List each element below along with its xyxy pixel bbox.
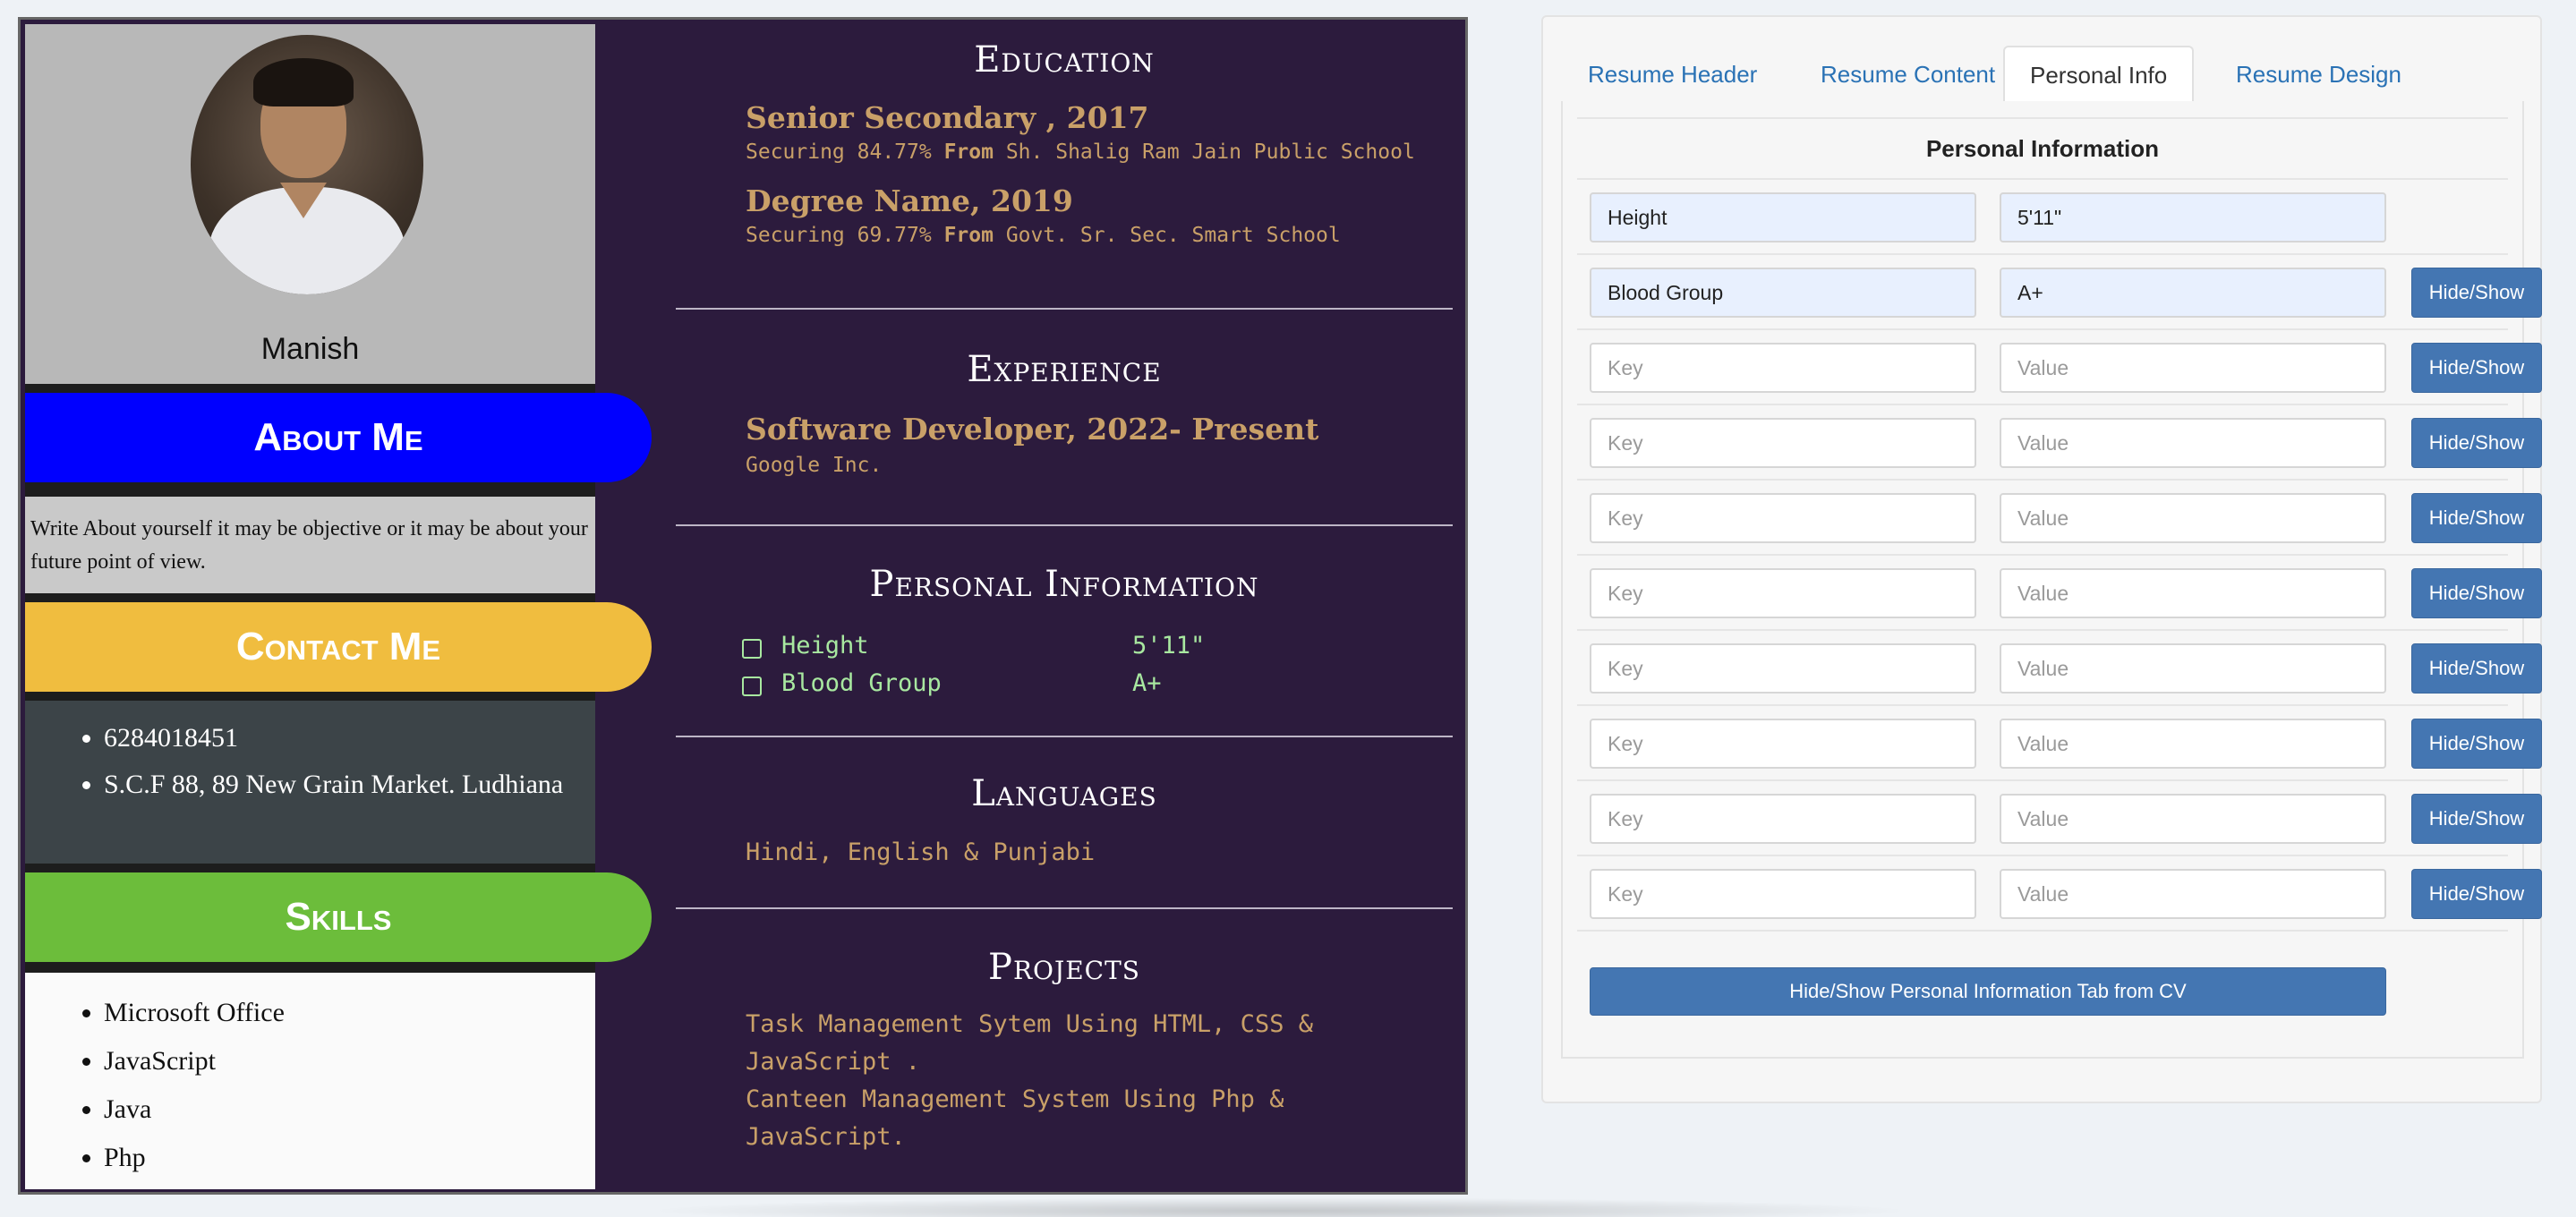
hide-show-button[interactable]: Hide/Show (2411, 794, 2542, 844)
info-row: Hide/Show (1577, 631, 2542, 706)
value-input[interactable] (2000, 869, 2386, 919)
experience-company: Google Inc. (746, 454, 883, 477)
languages-section: Languages Hindi, English & Punjabi (676, 773, 1453, 872)
skills-list: Microsoft Office JavaScript Java Php (25, 973, 595, 1189)
info-row: Hide/Show (1577, 856, 2542, 932)
education-detail: Securing 69.77% From Govt. Sr. Sec. Smar… (746, 224, 1341, 247)
project-item: Task Management Sytem Using HTML, CSS & … (746, 1010, 1313, 1076)
hide-show-button[interactable]: Hide/Show (2411, 643, 2542, 694)
checkbox-icon (742, 677, 762, 696)
projects-heading: Projects (988, 947, 1140, 988)
divider (676, 736, 1453, 737)
info-row: Hide/Show (1577, 781, 2542, 856)
value-input[interactable] (2000, 794, 2386, 844)
editor-tabs: Resume Header Resume Content Personal In… (1543, 30, 2540, 103)
experience-heading: Experience (967, 349, 1162, 390)
hide-show-button[interactable]: Hide/Show (2411, 568, 2542, 618)
education-detail: Securing 84.77% From Sh. Shalig Ram Jain… (746, 140, 1415, 164)
info-row: Hide/Show (1577, 481, 2542, 556)
hide-show-button[interactable]: Hide/Show (2411, 869, 2542, 919)
about-me-text: Write About yourself it may be objective… (25, 497, 595, 593)
languages-text: Hindi, English & Punjabi (746, 838, 1096, 866)
key-input[interactable] (1590, 568, 1976, 618)
photo-section: Manish (25, 24, 595, 384)
key-input[interactable] (1590, 794, 1976, 844)
resume-sidebar: Manish About Me Write About yourself it … (25, 24, 652, 1189)
tab-resume-header[interactable]: Resume Header (1563, 46, 1782, 103)
info-row: Hide/Show (1577, 255, 2542, 330)
experience-title: Software Developer, 2022- Present (746, 412, 1319, 447)
tab-personal-info[interactable]: Personal Info (2003, 46, 2195, 103)
personal-info-section: Personal Information Height 5'11" Blood … (676, 564, 1453, 707)
key-input[interactable] (1590, 192, 1976, 243)
contact-address: S.C.F 88, 89 New Grain Market. Ludhiana (104, 765, 595, 804)
projects-section: Projects Task Management Sytem Using HTM… (676, 947, 1453, 1156)
key-input[interactable] (1590, 643, 1976, 694)
info-row (1577, 180, 2508, 255)
personal-info-row: Height 5'11" (676, 632, 1453, 669)
info-row: Hide/Show (1577, 405, 2542, 481)
bottom-shadow (644, 1197, 1915, 1217)
info-row: Hide/Show (1577, 706, 2542, 781)
key-input[interactable] (1590, 418, 1976, 468)
personal-info-form: Personal Information Hide/Show Hide/Show… (1561, 101, 2542, 1059)
value-input[interactable] (2000, 418, 2386, 468)
education-title: Degree Name, 2019 (746, 183, 1073, 218)
skill-item: JavaScript (104, 1037, 595, 1085)
skills-heading: Skills (25, 872, 652, 962)
resume-name: Manish (260, 332, 360, 366)
hide-show-button[interactable]: Hide/Show (2411, 493, 2542, 543)
key-input[interactable] (1590, 268, 1976, 318)
value-input[interactable] (2000, 493, 2386, 543)
value-input[interactable] (2000, 192, 2386, 243)
key-input[interactable] (1590, 869, 1976, 919)
tab-resume-content[interactable]: Resume Content (1796, 46, 2020, 103)
skill-item: Java (104, 1085, 595, 1134)
tab-resume-design[interactable]: Resume Design (2211, 46, 2427, 103)
key-input[interactable] (1590, 719, 1976, 769)
contact-me-heading: Contact Me (25, 602, 652, 692)
divider (676, 308, 1453, 310)
resume-preview: Manish About Me Write About yourself it … (18, 17, 1468, 1195)
resume-main: Education Senior Secondary , 2017 Securi… (595, 20, 1465, 1192)
divider (676, 907, 1453, 909)
profile-photo (191, 35, 423, 294)
languages-heading: Languages (971, 773, 1157, 814)
key-input[interactable] (1590, 343, 1976, 393)
skill-item: Php (104, 1134, 595, 1182)
value-input[interactable] (2000, 268, 2386, 318)
education-heading: Education (974, 39, 1155, 81)
value-input[interactable] (2000, 643, 2386, 694)
experience-section: Experience Software Developer, 2022- Pre… (676, 349, 1453, 477)
toggle-personal-info-tab-button[interactable]: Hide/Show Personal Information Tab from … (1590, 967, 2386, 1016)
education-title: Senior Secondary , 2017 (746, 100, 1149, 135)
project-item: Canteen Management System Using Php & Ja… (746, 1085, 1284, 1151)
education-section: Education Senior Secondary , 2017 Securi… (676, 39, 1453, 247)
contact-phone: 6284018451 (104, 719, 595, 758)
form-section-title: Personal Information (1577, 117, 2508, 180)
key-input[interactable] (1590, 493, 1976, 543)
hide-show-button[interactable]: Hide/Show (2411, 268, 2542, 318)
about-me-heading: About Me (25, 393, 652, 482)
editor-panel: Resume Header Resume Content Personal In… (1541, 15, 2542, 1103)
hide-show-button[interactable]: Hide/Show (2411, 418, 2542, 468)
divider (676, 524, 1453, 526)
hide-show-button[interactable]: Hide/Show (2411, 343, 2542, 393)
personal-info-row: Blood Group A+ (676, 669, 1453, 707)
checkbox-icon (742, 639, 762, 659)
info-row: Hide/Show (1577, 330, 2542, 405)
skill-item: Microsoft Office (104, 989, 595, 1037)
info-row: Hide/Show (1577, 556, 2542, 631)
personal-info-heading: Personal Information (869, 564, 1259, 605)
hide-show-button[interactable]: Hide/Show (2411, 719, 2542, 769)
value-input[interactable] (2000, 343, 2386, 393)
value-input[interactable] (2000, 719, 2386, 769)
contact-list: 6284018451 S.C.F 88, 89 New Grain Market… (25, 701, 595, 864)
value-input[interactable] (2000, 568, 2386, 618)
